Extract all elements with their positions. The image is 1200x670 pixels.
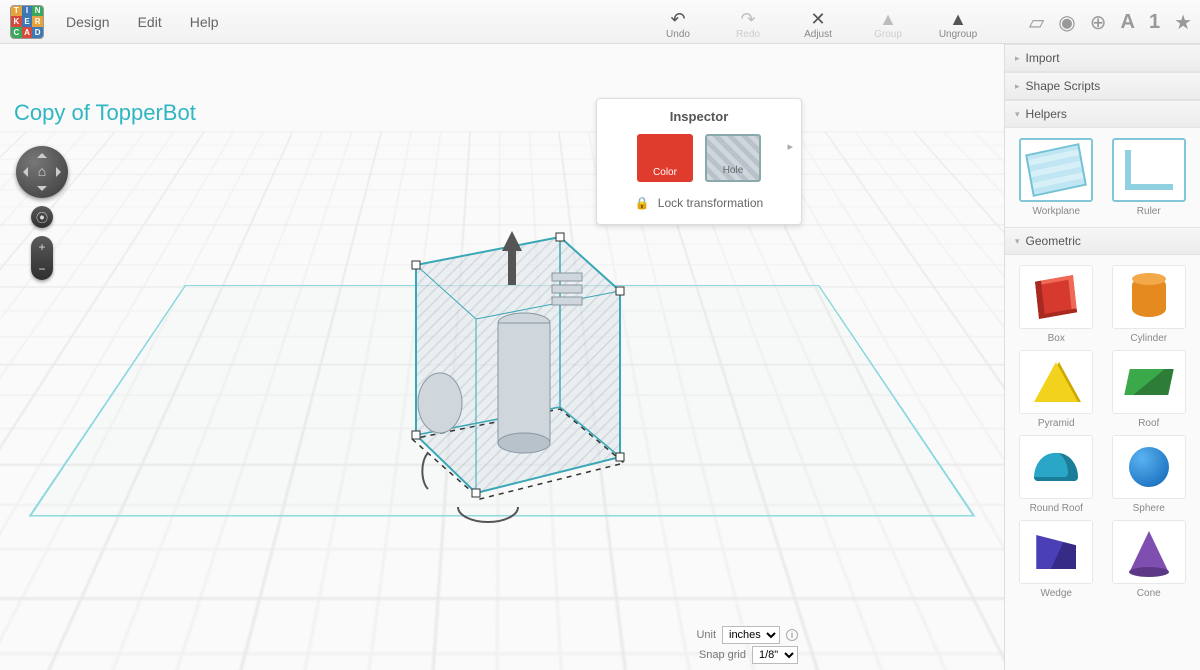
shape-cylinder[interactable]: Cylinder: [1106, 265, 1193, 344]
inspector-expand-icon[interactable]: ▸: [787, 140, 793, 153]
shape-round-roof-label: Round Roof: [1030, 503, 1083, 514]
redo-label: Redo: [736, 29, 760, 40]
helper-ruler-label: Ruler: [1137, 206, 1161, 217]
group-icon: ▲: [879, 9, 897, 29]
view-workplane-icon[interactable]: ▱: [1029, 10, 1044, 35]
shapes-sidebar: ▸ Import ▸ Shape Scripts ▾ Helpers Workp…: [1004, 44, 1200, 670]
color-swatch[interactable]: Color: [637, 134, 693, 182]
adjust-button[interactable]: ✕ Adjust: [796, 9, 840, 40]
shape-box-label: Box: [1048, 333, 1065, 344]
section-geometric-label: Geometric: [1026, 234, 1081, 248]
shape-cone[interactable]: Cone: [1106, 520, 1193, 599]
workplane-outline: [28, 285, 975, 517]
shape-wedge[interactable]: Wedge: [1013, 520, 1100, 599]
shape-cylinder-label: Cylinder: [1130, 333, 1167, 344]
number-tool-icon[interactable]: 1: [1149, 11, 1160, 34]
shape-sphere[interactable]: Sphere: [1106, 435, 1193, 514]
shape-round-roof[interactable]: Round Roof: [1013, 435, 1100, 514]
chevron-down-icon: ▾: [1015, 236, 1020, 247]
menu-help[interactable]: Help: [190, 14, 219, 30]
chevron-right-icon: ▸: [1015, 53, 1020, 64]
shape-roof-label: Roof: [1138, 418, 1159, 429]
view-globe-icon[interactable]: ⊕: [1090, 10, 1107, 35]
ungroup-button[interactable]: ▲ Ungroup: [936, 9, 980, 40]
shape-roof[interactable]: Roof: [1106, 350, 1193, 429]
ungroup-icon: ▲: [949, 9, 967, 29]
lock-label: Lock transformation: [658, 196, 763, 210]
section-shape-scripts[interactable]: ▸ Shape Scripts: [1005, 72, 1200, 100]
document-title[interactable]: Copy of TopperBot: [14, 100, 196, 126]
group-button: ▲ Group: [866, 9, 910, 40]
adjust-label: Adjust: [804, 29, 832, 40]
shape-wedge-label: Wedge: [1040, 588, 1072, 599]
color-swatch-label: Color: [653, 167, 677, 178]
section-helpers[interactable]: ▾ Helpers: [1005, 100, 1200, 128]
unit-help-icon[interactable]: i: [786, 629, 798, 641]
snap-select[interactable]: 1/8": [752, 646, 798, 664]
section-shape-scripts-label: Shape Scripts: [1026, 79, 1101, 93]
chevron-right-icon: ▸: [1015, 81, 1020, 92]
canvas-viewport[interactable]: Copy of TopperBot ⦿ +−: [0, 44, 1004, 670]
orbit-control[interactable]: [16, 146, 68, 198]
inspector-title: Inspector: [607, 109, 791, 124]
shape-pyramid[interactable]: Pyramid: [1013, 350, 1100, 429]
shape-box[interactable]: Box: [1013, 265, 1100, 344]
text-tool-icon[interactable]: A: [1120, 11, 1134, 34]
hole-swatch[interactable]: Hole: [705, 134, 761, 182]
unit-label: Unit: [696, 629, 716, 641]
menu-design[interactable]: Design: [66, 14, 110, 30]
shape-pyramid-label: Pyramid: [1038, 418, 1075, 429]
star-tool-icon[interactable]: ★: [1174, 10, 1192, 35]
section-helpers-label: Helpers: [1026, 107, 1067, 121]
lock-icon: 🔒: [635, 196, 650, 210]
ungroup-label: Ungroup: [939, 29, 977, 40]
menu-edit[interactable]: Edit: [138, 14, 162, 30]
undo-label: Undo: [666, 29, 690, 40]
undo-icon: ↶: [670, 9, 685, 29]
top-toolbar: TINKERCAD Design Edit Help ↶ Undo ↷ Redo…: [0, 0, 1200, 44]
chevron-down-icon: ▾: [1015, 109, 1020, 120]
section-import-label: Import: [1026, 51, 1060, 65]
hole-swatch-label: Hole: [723, 165, 744, 176]
undo-button[interactable]: ↶ Undo: [656, 9, 700, 40]
adjust-icon: ✕: [810, 9, 825, 29]
fit-view-button[interactable]: ⦿: [31, 206, 53, 228]
redo-icon: ↷: [740, 9, 755, 29]
inspector-panel: Inspector Color Hole ▸ 🔒 Lock transforma…: [596, 98, 802, 225]
shape-cone-label: Cone: [1137, 588, 1161, 599]
view-cube-icon[interactable]: ◉: [1058, 10, 1075, 35]
tinkercad-logo[interactable]: TINKERCAD: [10, 5, 44, 39]
redo-button: ↷ Redo: [726, 9, 770, 40]
lock-transformation[interactable]: 🔒 Lock transformation: [607, 196, 791, 210]
snap-label: Snap grid: [699, 649, 746, 661]
section-import[interactable]: ▸ Import: [1005, 44, 1200, 72]
shape-sphere-label: Sphere: [1133, 503, 1165, 514]
section-geometric[interactable]: ▾ Geometric: [1005, 227, 1200, 255]
zoom-control[interactable]: +−: [31, 236, 53, 280]
helper-workplane[interactable]: Workplane: [1013, 138, 1100, 217]
helper-ruler[interactable]: Ruler: [1106, 138, 1193, 217]
group-label: Group: [874, 29, 902, 40]
unit-select[interactable]: inches: [722, 626, 780, 644]
helper-workplane-label: Workplane: [1032, 206, 1080, 217]
